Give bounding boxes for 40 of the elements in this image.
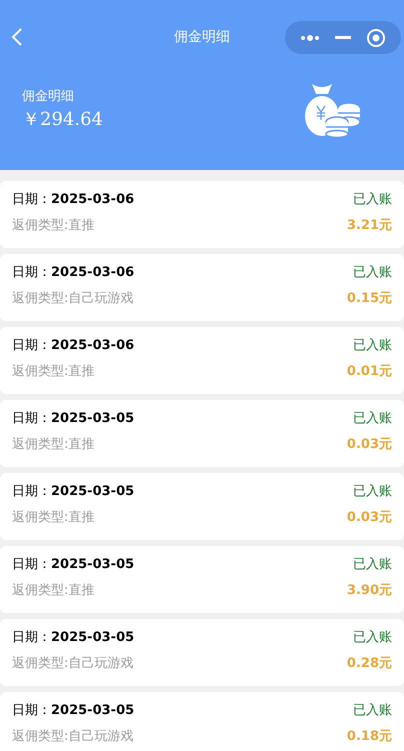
summary-amount: ￥294.64 — [22, 108, 103, 132]
record-status: 已入账 — [353, 264, 392, 282]
record-type: 返佣类型:直推 — [12, 508, 94, 526]
summary-label: 佣金明细 — [22, 88, 75, 106]
record-type: 返佣类型:直推 — [12, 582, 94, 600]
more-icon[interactable] — [300, 34, 320, 40]
record-amount: 0.28元 — [346, 654, 392, 672]
record-date: 日期：2025-03-06 — [12, 337, 134, 355]
record-date: 日期：2025-03-05 — [12, 410, 134, 428]
record-date: 日期：2025-03-05 — [12, 702, 134, 720]
record-type: 返佣类型:自己玩游戏 — [12, 728, 134, 746]
record-type: 返佣类型:直推 — [12, 216, 94, 234]
record-status: 已入账 — [353, 629, 392, 647]
record-type: 返佣类型:自己玩游戏 — [12, 654, 134, 672]
record-amount: 0.15元 — [346, 290, 392, 308]
record-status: 已入账 — [353, 191, 392, 209]
money-bag-icon — [304, 82, 362, 138]
record-date: 日期：2025-03-06 — [12, 191, 134, 209]
close-icon[interactable] — [366, 28, 386, 48]
record-type: 返佣类型:直推 — [12, 362, 94, 380]
record-status: 已入账 — [353, 337, 392, 355]
record-status: 已入账 — [353, 483, 392, 501]
record-amount: 0.18元 — [346, 728, 392, 746]
back-icon[interactable] — [10, 27, 24, 47]
record-date: 日期：2025-03-06 — [12, 264, 134, 282]
record-amount: 3.21元 — [346, 216, 392, 234]
record-status: 已入账 — [353, 410, 392, 428]
record-date: 日期：2025-03-05 — [12, 629, 134, 647]
page-title: 佣金明细 — [174, 28, 230, 46]
minimize-icon[interactable] — [334, 36, 351, 39]
record-amount: 0.03元 — [346, 508, 392, 526]
record-status: 已入账 — [353, 702, 392, 720]
record-amount: 0.01元 — [346, 362, 392, 380]
record-date: 日期：2025-03-05 — [12, 556, 134, 574]
record-type: 返佣类型:直推 — [12, 436, 94, 454]
record-type: 返佣类型:自己玩游戏 — [12, 290, 134, 308]
record-status: 已入账 — [353, 556, 392, 574]
record-amount: 3.90元 — [346, 582, 392, 600]
record-date: 日期：2025-03-05 — [12, 483, 134, 501]
record-amount: 0.03元 — [346, 436, 392, 454]
